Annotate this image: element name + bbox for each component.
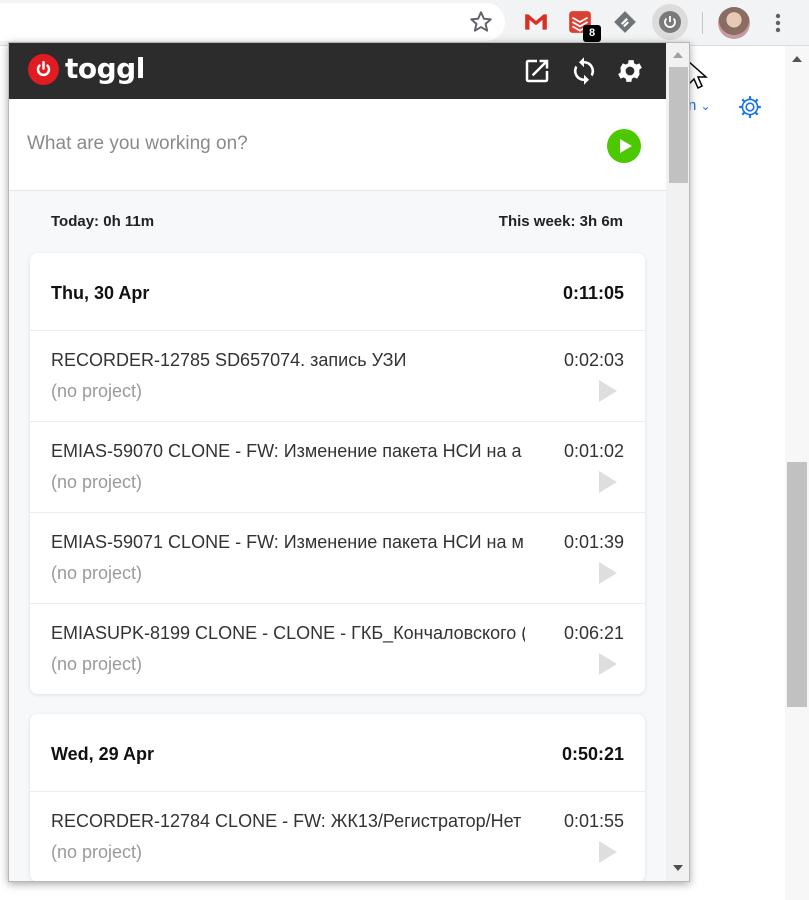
day-header: Wed, 29 Apr 0:50:21: [30, 714, 645, 791]
description-input[interactable]: [27, 129, 567, 159]
continue-play-icon[interactable]: [599, 471, 617, 493]
entry-duration: 0:01:02: [563, 441, 624, 461]
entry-project: (no project): [51, 381, 143, 401]
continue-play-icon[interactable]: [599, 653, 617, 675]
todoist-badge: 8: [583, 25, 601, 42]
day-title: Wed, 29 Apr: [51, 744, 155, 764]
popup-scrollbar[interactable]: [666, 43, 689, 881]
day-header: Thu, 30 Apr 0:11:05: [30, 253, 645, 330]
entry-project: (no project): [51, 472, 143, 492]
day-group: Wed, 29 Apr 0:50:21 RECORDER-12784 CLONE…: [30, 714, 645, 881]
entry-duration: 0:02:03: [563, 350, 624, 370]
sync-icon[interactable]: [569, 56, 599, 86]
day-title: Thu, 30 Apr: [51, 283, 150, 303]
day-group: Thu, 30 Apr 0:11:05 RECORDER-12785 SD657…: [30, 253, 645, 694]
time-entry[interactable]: EMIASUPK-8199 CLONE - CLONE - ГКБ_Кончал…: [30, 603, 645, 694]
popup-header: toggl: [9, 43, 666, 99]
toggl-popup: toggl Today: 0h 11m This week: 3h 6m Thu…: [8, 42, 690, 882]
continue-play-icon[interactable]: [599, 562, 617, 584]
timer-entry-bar: [9, 99, 666, 191]
logo-text: toggl: [65, 52, 145, 85]
page-link[interactable]: n ⌄: [688, 97, 711, 114]
entry-project: (no project): [51, 654, 143, 674]
toggl-power-icon: [659, 11, 681, 33]
continue-play-icon[interactable]: [599, 841, 617, 863]
more-menu-icon[interactable]: [768, 8, 788, 38]
entry-description: RECORDER-12785 SD657074. запись УЗИ: [51, 350, 407, 370]
entry-description: EMIAS-59070 CLONE - FW: Изменение пакета…: [51, 441, 522, 461]
time-entry[interactable]: EMIAS-59071 CLONE - FW: Изменение пакета…: [30, 512, 645, 603]
toggl-logo-icon: [28, 54, 59, 85]
scroll-up-icon[interactable]: [792, 56, 802, 62]
time-entry[interactable]: RECORDER-12784 CLONE - FW: ЖК13/Регистра…: [30, 791, 645, 881]
avatar[interactable]: [718, 7, 750, 39]
start-timer-button[interactable]: [607, 129, 641, 163]
browser-toolbar: 8: [0, 0, 809, 46]
page-settings-icon[interactable]: [737, 94, 763, 120]
page-scroll-thumb[interactable]: [787, 462, 807, 707]
scroll-down-icon[interactable]: [673, 865, 683, 871]
entry-duration: 0:01:55: [563, 811, 624, 831]
open-external-icon[interactable]: [522, 56, 552, 86]
star-icon[interactable]: [468, 9, 494, 35]
feedly-icon[interactable]: [612, 9, 638, 35]
popup-scroll-thumb[interactable]: [669, 67, 688, 183]
entry-duration: 0:01:39: [563, 532, 624, 552]
gmail-icon[interactable]: [523, 9, 549, 35]
entry-project: (no project): [51, 842, 143, 862]
day-total: 0:11:05: [562, 283, 624, 303]
continue-play-icon[interactable]: [599, 380, 617, 402]
entry-description: EMIASUPK-8199 CLONE - CLONE - ГКБ_Кончал…: [51, 623, 525, 643]
time-totals: Today: 0h 11m This week: 3h 6m: [9, 213, 666, 235]
entry-duration: 0:06:21: [563, 623, 624, 643]
time-entry[interactable]: EMIAS-59070 CLONE - FW: Изменение пакета…: [30, 421, 645, 512]
scroll-up-icon[interactable]: [673, 52, 683, 58]
entry-description: RECORDER-12784 CLONE - FW: ЖК13/Регистра…: [51, 811, 522, 831]
settings-gear-icon[interactable]: [615, 56, 645, 86]
chevron-down-icon: ⌄: [700, 99, 711, 113]
time-entry[interactable]: RECORDER-12785 SD657074. запись УЗИ (no …: [30, 330, 645, 421]
entry-project: (no project): [51, 563, 143, 583]
address-bar[interactable]: [0, 3, 505, 41]
toggl-extension-button[interactable]: [652, 4, 688, 40]
entry-description: EMIAS-59071 CLONE - FW: Изменение пакета…: [51, 532, 524, 552]
toolbar-divider: [702, 12, 703, 34]
day-total: 0:50:21: [561, 744, 624, 764]
page-scrollbar[interactable]: [785, 46, 809, 900]
today-total: Today: 0h 11m: [51, 213, 155, 230]
week-total: This week: 3h 6m: [498, 213, 623, 230]
